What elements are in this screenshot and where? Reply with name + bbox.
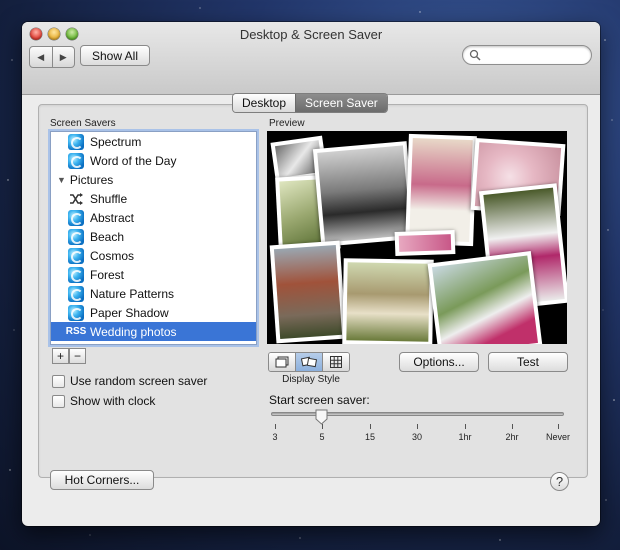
options-button[interactable]: Options... (399, 352, 479, 372)
back-forward-control: ◀ ▶ (29, 46, 75, 68)
forward-button[interactable]: ▶ (51, 47, 75, 67)
slider-tick-label: 3 (272, 432, 278, 442)
preview-photo (405, 133, 477, 247)
display-style-control (268, 352, 350, 372)
slider-tick-label: 2hr (505, 432, 519, 442)
list-item-label: Shuffle (90, 191, 128, 206)
show-all-button[interactable]: Show All (80, 45, 150, 66)
search-field[interactable] (462, 45, 592, 65)
mosaic-grid-icon (330, 356, 342, 368)
checkbox-label: Show with clock (70, 394, 156, 408)
list-item-label: Paper Shadow (90, 305, 169, 320)
list-group-header[interactable]: ▼ Pictures (51, 170, 256, 189)
tab-bar: Desktop Screen Saver (232, 93, 388, 113)
titlebar: Desktop & Screen Saver ◀ ▶ Show All (22, 22, 600, 95)
style-slideshow-button[interactable] (269, 353, 295, 371)
list-item[interactable]: Forest (51, 265, 256, 284)
checkbox-box[interactable] (52, 394, 65, 408)
rss-icon: RSS (65, 326, 87, 337)
list-item-label: Wedding photos (90, 324, 177, 339)
preview-label: Preview (269, 118, 305, 129)
list-item[interactable]: Spectrum (51, 132, 256, 151)
preview-photo (269, 240, 347, 344)
list-item-label: Pictures (69, 172, 114, 187)
slider-tick-label: 30 (411, 432, 423, 442)
show-clock-checkbox[interactable]: Show with clock (52, 394, 155, 408)
search-icon (469, 49, 481, 61)
collage-icon (301, 356, 317, 368)
checkbox-label: Use random screen saver (70, 374, 208, 388)
disclosure-triangle-icon[interactable]: ▼ (57, 175, 66, 185)
screen-savers-label: Screen Savers (50, 118, 116, 129)
tab-screen-saver[interactable]: Screen Saver (295, 94, 387, 112)
list-item[interactable]: Beach (51, 227, 256, 246)
screensaver-preview (267, 131, 567, 344)
help-button[interactable]: ? (550, 472, 569, 491)
display-style-label: Display Style (282, 374, 340, 385)
screensaver-icon (68, 152, 84, 169)
preview-photo (394, 229, 456, 257)
slider-tick-label: 5 (319, 432, 325, 442)
list-item-label: Spectrum (90, 134, 142, 149)
style-collage-button[interactable] (295, 353, 322, 371)
list-item[interactable]: Cosmos (51, 246, 256, 265)
slider-tick-label: 15 (364, 432, 376, 442)
use-random-checkbox[interactable]: Use random screen saver (52, 374, 207, 388)
list-item[interactable]: Shuffle (51, 189, 256, 208)
list-item-label: Word of the Day (90, 153, 177, 168)
preview-photo (342, 258, 434, 344)
slider-tick (370, 424, 371, 429)
preferences-window: Desktop & Screen Saver ◀ ▶ Show All Desk… (22, 22, 600, 526)
screensaver-icon (68, 285, 84, 302)
hot-corners-button[interactable]: Hot Corners... (50, 470, 154, 490)
shuffle-icon (70, 192, 83, 205)
screensaver-icon (68, 266, 84, 283)
list-item-label: Nature Patterns (90, 286, 175, 301)
list-item-selected[interactable]: RSS Wedding photos (51, 322, 256, 341)
start-screensaver-label: Start screen saver: (269, 393, 370, 407)
slider-tick (275, 424, 276, 429)
slider-tick (417, 424, 418, 429)
screensaver-icon (68, 133, 84, 150)
slider-tick-label: Never (545, 432, 571, 442)
slider-tick (322, 424, 323, 429)
remove-screensaver-button[interactable]: − (69, 348, 86, 364)
preview-photo (427, 251, 543, 344)
slider-tick-label: 1hr (458, 432, 472, 442)
list-item-label: Forest (90, 267, 125, 282)
list-item[interactable]: Paper Shadow (51, 303, 256, 322)
screensaver-icon (68, 304, 84, 321)
screensaver-icon (68, 209, 84, 226)
add-screensaver-button[interactable]: + (52, 348, 69, 364)
list-item-label: Cosmos (90, 248, 135, 263)
test-button[interactable]: Test (488, 352, 568, 372)
list-item-label: Abstract (90, 210, 135, 225)
list-item-label: Beach (90, 229, 125, 244)
style-mosaic-button[interactable] (322, 353, 349, 371)
screensaver-icon (68, 247, 84, 264)
checkbox-box[interactable] (52, 374, 65, 388)
back-button[interactable]: ◀ (30, 47, 52, 67)
slider-tick (465, 424, 466, 429)
list-item[interactable]: Abstract (51, 208, 256, 227)
screensaver-icon (68, 228, 84, 245)
list-item[interactable]: Word of the Day (51, 151, 256, 170)
slider-tick (512, 424, 513, 429)
slideshow-icon (275, 356, 289, 368)
slider-tick (558, 424, 559, 429)
screen-saver-list[interactable]: Spectrum Word of the Day ▼ Pictures Shuf… (50, 131, 257, 345)
tab-desktop[interactable]: Desktop (233, 94, 296, 112)
window-title: Desktop & Screen Saver (239, 27, 383, 42)
slider-knob[interactable] (315, 409, 328, 425)
list-item[interactable]: Nature Patterns (51, 284, 256, 303)
search-input[interactable] (483, 47, 587, 65)
